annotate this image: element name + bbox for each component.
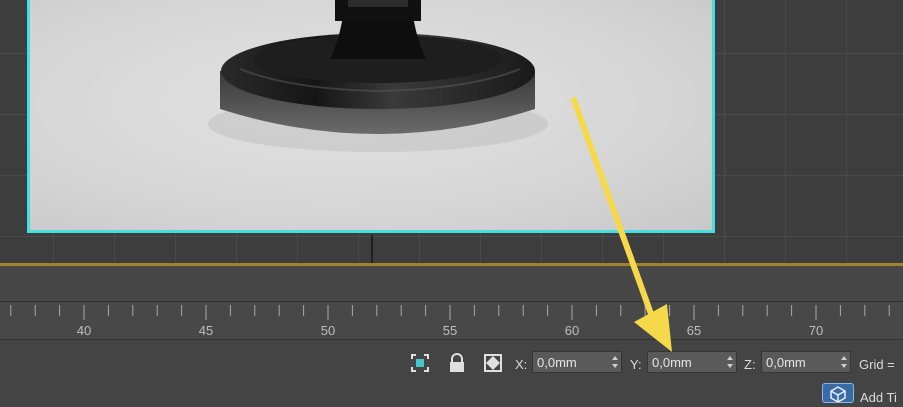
ruler-tick-label: 40 — [76, 323, 92, 338]
z-coordinate-value: 0,0mm — [766, 355, 806, 370]
x-spinner-icon[interactable] — [611, 354, 619, 370]
image-plane[interactable] — [27, 0, 715, 233]
y-coordinate-value: 0,0mm — [652, 355, 692, 370]
z-coordinate-label: Z: — [744, 357, 756, 372]
perspective-viewport[interactable] — [0, 0, 903, 265]
timeline-ruler[interactable]: 40 45 50 55 60 65 70 — [0, 301, 903, 340]
x-coordinate-label: X: — [515, 357, 528, 372]
z-spinner-icon[interactable] — [840, 354, 848, 370]
pedestal-object — [208, 0, 548, 152]
absolute-relative-transform-icon[interactable] — [482, 352, 504, 374]
world-axis-line — [371, 235, 373, 265]
cube-tag-icon — [830, 386, 846, 403]
y-coordinate-field[interactable]: 0,0mm — [647, 351, 737, 373]
z-coordinate-field[interactable]: 0,0mm — [761, 351, 851, 373]
grid-size-label: Grid = — [859, 357, 895, 372]
selection-lock-toggle-icon[interactable] — [409, 352, 431, 374]
status-bar: X: 0,0mm Y: 0,0mm Z: 0,0mm Grid = Add Ti — [0, 339, 903, 405]
lock-icon[interactable] — [446, 352, 468, 374]
ruler-tick-label: 65 — [686, 323, 702, 338]
add-time-tag-label: Add Ti — [860, 390, 897, 405]
ruler-tick-label: 55 — [442, 323, 458, 338]
ruler-tick-label: 50 — [320, 323, 336, 338]
x-coordinate-value: 0,0mm — [537, 355, 577, 370]
y-spinner-icon[interactable] — [726, 354, 734, 370]
track-bar[interactable] — [0, 266, 903, 301]
ruler-tick-label: 45 — [198, 323, 214, 338]
ruler-tick-label: 60 — [564, 323, 580, 338]
ruler-tick-label: 70 — [808, 323, 824, 338]
y-coordinate-label: Y: — [630, 357, 642, 372]
x-coordinate-field[interactable]: 0,0mm — [532, 351, 622, 373]
add-time-tag-button[interactable] — [822, 383, 854, 403]
